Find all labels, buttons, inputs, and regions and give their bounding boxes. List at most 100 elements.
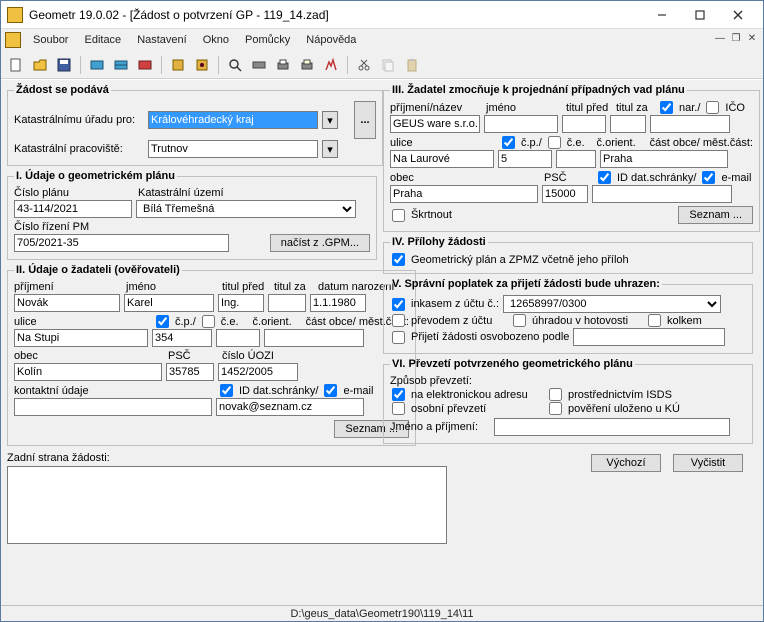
kontakt-input[interactable] (14, 398, 212, 416)
titul-pred-input[interactable] (218, 294, 264, 312)
urad-input[interactable] (148, 111, 318, 129)
skrtnout-check[interactable] (392, 209, 405, 222)
zadni-textarea[interactable] (7, 466, 447, 544)
ku-check[interactable] (549, 402, 562, 415)
hotovost-check[interactable] (513, 314, 526, 327)
elektr-check[interactable] (392, 388, 405, 401)
mdi-close-button[interactable]: ✕ (745, 31, 759, 45)
idds-label: ID dat.schránky/ (239, 385, 318, 397)
doc-icon (5, 32, 21, 48)
ulice-input[interactable] (14, 329, 148, 347)
z-jmeno-input[interactable] (484, 115, 558, 133)
obec-label: obec (14, 350, 38, 362)
save-icon[interactable] (53, 54, 75, 76)
osvobozen-check[interactable] (392, 331, 405, 344)
tool-5-icon[interactable] (191, 54, 213, 76)
z-corient-input[interactable] (556, 150, 596, 168)
kolek-check[interactable] (648, 314, 661, 327)
nacist-gpm-button[interactable]: načíst z .GPM... (270, 234, 370, 252)
z-seznam-button[interactable]: Seznam ... (678, 206, 753, 224)
copy-icon[interactable] (377, 54, 399, 76)
cp-input[interactable] (152, 329, 212, 347)
tool-4-icon[interactable] (167, 54, 189, 76)
z-idds-check[interactable] (598, 171, 611, 184)
z-cp-check[interactable] (502, 136, 515, 149)
maximize-button[interactable] (681, 4, 719, 26)
idds-input[interactable] (216, 398, 364, 416)
titul-za-input[interactable] (268, 294, 306, 312)
menu-nastaveni[interactable]: Nastavení (129, 32, 195, 48)
corient-input[interactable] (216, 329, 260, 347)
z-email-check[interactable] (702, 171, 715, 184)
prijmeni-input[interactable] (14, 294, 120, 312)
obec-input[interactable] (14, 363, 162, 381)
dropdown-icon[interactable]: ▾ (322, 111, 338, 129)
titul-za-label: titul za (274, 281, 306, 293)
z-ce-check[interactable] (548, 136, 561, 149)
z-prijmeni-input[interactable] (390, 115, 480, 133)
menu-editace[interactable]: Editace (76, 32, 129, 48)
tool-6-icon[interactable] (248, 54, 270, 76)
print-2-icon[interactable] (296, 54, 318, 76)
cislo-planu-input[interactable] (14, 200, 132, 218)
zadni-label: Zadní strana žádosti: (7, 452, 110, 464)
status-text: D:\geus_data\Geometr190\119_14\11 (290, 608, 473, 620)
close-button[interactable] (719, 4, 757, 26)
paste-icon[interactable] (401, 54, 423, 76)
tool-3-icon[interactable] (134, 54, 156, 76)
cast-obce-input[interactable] (264, 329, 364, 347)
prevod-check[interactable] (392, 314, 405, 327)
z-prijmeni-label: příjmení/název (390, 102, 462, 114)
new-icon[interactable] (5, 54, 27, 76)
kontakt-label: kontaktní údaje (14, 385, 89, 397)
menu-pomucky[interactable]: Pomůcky (237, 32, 298, 48)
ico-check[interactable] (706, 101, 719, 114)
menu-soubor[interactable]: Soubor (25, 32, 76, 48)
mdi-minimize-button[interactable]: — (713, 31, 727, 45)
jmeno-input[interactable] (124, 294, 214, 312)
osvobozen-input[interactable] (573, 328, 725, 346)
cp-check[interactable] (156, 315, 169, 328)
preview-icon[interactable] (224, 54, 246, 76)
datum-input[interactable] (310, 294, 366, 312)
print-icon[interactable] (272, 54, 294, 76)
z-psc-input[interactable] (542, 185, 588, 203)
z-nar-input[interactable] (650, 115, 730, 133)
inkaso-check[interactable] (392, 298, 405, 311)
menu-napoveda[interactable]: Nápověda (298, 32, 364, 48)
minimize-button[interactable] (643, 4, 681, 26)
inkaso-select[interactable]: 12658997/0300 (503, 295, 721, 313)
jp-input[interactable] (494, 418, 730, 436)
kat-uzemi-select[interactable]: Bílá Třemešná (136, 200, 356, 218)
browse-button[interactable]: ... (354, 101, 376, 139)
z-obec-input[interactable] (390, 185, 538, 203)
psc-input[interactable] (166, 363, 214, 381)
gp-check[interactable] (392, 253, 405, 266)
tool-2-icon[interactable] (110, 54, 132, 76)
z-titul-pred-input[interactable] (562, 115, 606, 133)
menu-okno[interactable]: Okno (195, 32, 237, 48)
z-idds-input[interactable] (592, 185, 732, 203)
cislo-rizeni-input[interactable] (14, 234, 229, 252)
nar-check[interactable] (660, 101, 673, 114)
prac-input[interactable] (148, 140, 318, 158)
tool-7-icon[interactable] (320, 54, 342, 76)
vychozi-button[interactable]: Výchozí (591, 454, 661, 472)
ce-check[interactable] (202, 315, 215, 328)
z-ulice-input[interactable] (390, 150, 494, 168)
vycistit-button[interactable]: Vyčistit (673, 454, 743, 472)
z-cast-obce-input[interactable] (600, 150, 728, 168)
z-cp-input[interactable] (498, 150, 552, 168)
z-titul-za-input[interactable] (610, 115, 646, 133)
isds-check[interactable] (549, 388, 562, 401)
mdi-restore-button[interactable]: ❐ (729, 31, 743, 45)
dropdown-icon[interactable]: ▾ (322, 140, 338, 158)
jp-label: Jméno a příjmení: (390, 421, 490, 433)
open-icon[interactable] (29, 54, 51, 76)
cuozi-input[interactable] (218, 363, 298, 381)
cut-icon[interactable] (353, 54, 375, 76)
tool-1-icon[interactable] (86, 54, 108, 76)
osobni-check[interactable] (392, 402, 405, 415)
idds-check[interactable] (220, 384, 233, 397)
email-check[interactable] (324, 384, 337, 397)
